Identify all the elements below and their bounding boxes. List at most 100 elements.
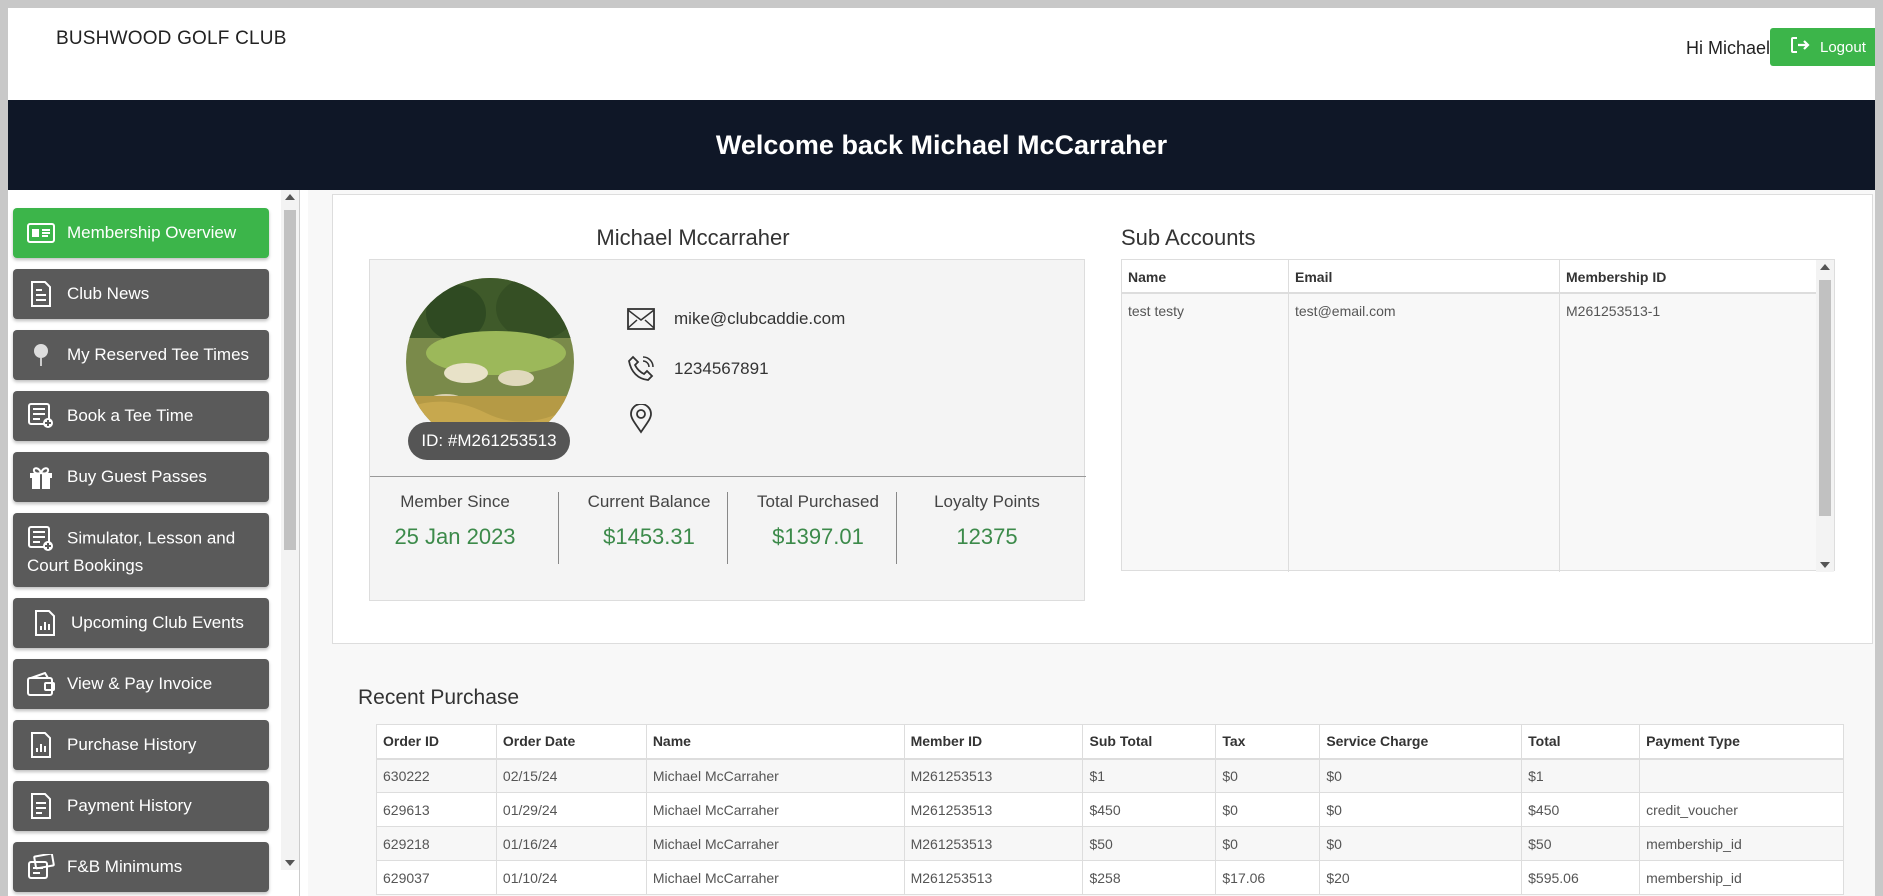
sidebar-item-reserved-tee-times[interactable]: My Reserved Tee Times — [13, 330, 269, 380]
phone-text[interactable]: 1234567891 — [674, 359, 769, 379]
club-brand[interactable]: BUSHWOOD GOLF CLUB — [56, 28, 287, 50]
total-cell: $50 — [1521, 826, 1641, 861]
email-text[interactable]: mike@clubcaddie.com — [674, 309, 845, 329]
scroll-down-icon[interactable] — [285, 860, 295, 866]
scrollbar-thumb[interactable] — [1819, 280, 1831, 516]
sub-accounts-table: Name Email Membership ID test testy test… — [1121, 259, 1835, 572]
welcome-banner: Welcome back Michael McCarraher — [8, 100, 1875, 190]
id-card-icon — [27, 219, 55, 247]
table-header-row: Order ID Order Date Name Member ID Sub T… — [376, 724, 1844, 760]
sub-account-email[interactable]: test@email.com — [1289, 294, 1402, 328]
tax-cell: $17.06 — [1215, 860, 1321, 895]
sidebar-item-purchase-history[interactable]: Purchase History — [13, 720, 269, 770]
scroll-up-icon[interactable] — [1820, 264, 1830, 270]
sidebar-item-label: Book a Tee Time — [67, 406, 194, 425]
total-cell: $450 — [1521, 792, 1641, 827]
order-id-cell: 629037 — [376, 860, 497, 895]
column-header[interactable]: Name — [1122, 260, 1289, 294]
table-row[interactable]: 629037 01/10/24 Michael McCarraher M2612… — [376, 860, 1844, 895]
recent-purchase-table: Order ID Order Date Name Member ID Sub T… — [376, 724, 1844, 895]
stat-value: 25 Jan 2023 — [394, 524, 516, 549]
wallet-icon — [27, 670, 55, 698]
order-date-cell: 01/10/24 — [495, 860, 647, 895]
stat-label: Member Since — [400, 492, 510, 511]
sidebar-item-view-pay-invoice[interactable]: View & Pay Invoice — [13, 659, 269, 709]
logout-button[interactable]: Logout — [1770, 28, 1875, 66]
table-row[interactable]: 630222 02/15/24 Michael McCarraher M2612… — [376, 758, 1844, 793]
column-header[interactable]: Tax — [1215, 724, 1321, 760]
scroll-up-icon[interactable] — [285, 194, 295, 200]
sidebar-item-label: View & Pay Invoice — [67, 674, 213, 693]
receipt-icon — [27, 792, 55, 820]
scrollbar-thumb[interactable] — [284, 210, 296, 550]
profile-divider — [370, 476, 1086, 477]
list-add-icon — [27, 525, 55, 553]
stat-member-since: Member Since 25 Jan 2023 — [370, 492, 540, 550]
total-cell: $595.06 — [1521, 860, 1641, 895]
sidebar-scrollbar[interactable] — [281, 190, 299, 870]
sub-account-name[interactable]: test testy — [1122, 294, 1190, 328]
stat-separator — [727, 492, 728, 564]
contact-email: mike@clubcaddie.com — [626, 304, 845, 334]
column-header[interactable]: Sub Total — [1082, 724, 1217, 760]
payment-type-cell — [1639, 758, 1844, 793]
stat-loyalty-points: Loyalty Points 12375 — [902, 492, 1072, 550]
stat-label: Loyalty Points — [934, 492, 1040, 511]
member-id-badge: ID: #M261253513 — [408, 422, 570, 460]
logout-icon — [1790, 36, 1810, 58]
sidebar-item-label: Payment History — [67, 796, 192, 815]
sub-account-membership-id[interactable]: M261253513-1 — [1560, 294, 1666, 328]
welcome-title: Welcome back Michael McCarraher — [715, 129, 1168, 160]
location-pin-icon — [626, 404, 656, 434]
sidebar-item-label: Simulator, Lesson and Court Bookings — [27, 525, 269, 578]
sidebar-item-label: Buy Guest Passes — [67, 467, 207, 486]
sub-accounts-scrollbar[interactable] — [1816, 260, 1834, 572]
name-cell: Michael McCarraher — [645, 758, 905, 793]
sidebar-item-label: Membership Overview — [67, 223, 237, 242]
subtotal-cell: $258 — [1082, 860, 1217, 895]
subtotal-cell: $1 — [1082, 758, 1217, 793]
column-header[interactable]: Total — [1521, 724, 1641, 760]
sidebar-item-payment-history[interactable]: Payment History — [13, 781, 269, 831]
table-row[interactable]: 629218 01/16/24 Michael McCarraher M2612… — [376, 826, 1844, 861]
phone-icon — [626, 354, 656, 384]
column-header[interactable]: Order ID — [376, 724, 497, 760]
stat-label: Current Balance — [587, 492, 711, 511]
member-id-cell: M261253513 — [903, 826, 1084, 861]
column-header[interactable]: Payment Type — [1639, 724, 1844, 760]
contact-address — [626, 404, 674, 434]
sidebar-item-simulator-bookings[interactable]: Simulator, Lesson and Court Bookings — [13, 513, 269, 587]
sidebar-item-buy-guest-passes[interactable]: Buy Guest Passes — [13, 452, 269, 502]
order-date-cell: 01/29/24 — [495, 792, 647, 827]
total-cell: $1 — [1521, 758, 1641, 793]
column-header[interactable]: Order Date — [495, 724, 647, 760]
table-row[interactable]: 629613 01/29/24 Michael McCarraher M2612… — [376, 792, 1844, 827]
scroll-down-icon[interactable] — [1820, 562, 1830, 568]
document-icon — [27, 280, 55, 308]
column-header[interactable]: Email — [1289, 260, 1560, 294]
column-header[interactable]: Service Charge — [1319, 724, 1523, 760]
sidebar-item-upcoming-club-events[interactable]: Upcoming Club Events — [13, 598, 269, 648]
member-id-cell: M261253513 — [903, 792, 1084, 827]
recent-purchase-title: Recent Purchase — [358, 686, 520, 709]
member-id-cell: M261253513 — [903, 758, 1084, 793]
user-greeting: Hi Michael — [1686, 38, 1771, 58]
sidebar-item-book-tee-time[interactable]: Book a Tee Time — [13, 391, 269, 441]
member-id-cell: M261253513 — [903, 860, 1084, 895]
column-header[interactable]: Member ID — [903, 724, 1084, 760]
sidebar-item-membership-overview[interactable]: Membership Overview — [13, 208, 269, 258]
main-content: Michael Mccarraher ID: #M261253513 mike@… — [308, 190, 1875, 896]
golf-ball-icon — [27, 341, 55, 369]
name-cell: Michael McCarraher — [645, 792, 905, 827]
service-charge-cell: $20 — [1319, 860, 1523, 895]
service-charge-cell: $0 — [1319, 758, 1523, 793]
membership-card: Michael Mccarraher ID: #M261253513 mike@… — [332, 194, 1873, 644]
logout-label: Logout — [1820, 38, 1866, 56]
column-header[interactable]: Membership ID — [1560, 260, 1818, 294]
list-add-icon — [27, 402, 55, 430]
gift-icon — [27, 463, 55, 491]
sidebar-item-club-news[interactable]: Club News — [13, 269, 269, 319]
sidebar-item-fb-minimums[interactable]: F&B Minimums — [13, 842, 269, 892]
column-header[interactable]: Name — [645, 724, 905, 760]
chart-document-icon — [27, 731, 55, 759]
